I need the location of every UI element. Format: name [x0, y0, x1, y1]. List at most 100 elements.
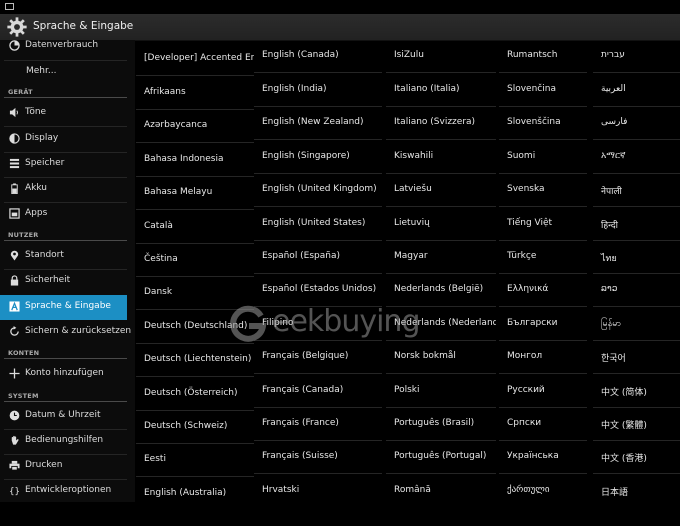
language-item[interactable]: English (Canada): [254, 40, 382, 73]
language-item[interactable]: Hrvatski: [254, 474, 382, 502]
language-item[interactable]: Română: [386, 474, 496, 502]
language-label: Български: [507, 318, 558, 328]
language-item[interactable]: ქართული: [499, 474, 587, 502]
language-item[interactable]: Español (España): [254, 240, 382, 274]
sidebar-item-print[interactable]: Drucken: [0, 454, 127, 479]
sidebar-item-location[interactable]: Standort: [0, 244, 127, 269]
language-item[interactable]: 한국어: [593, 340, 680, 374]
apps-icon: [9, 208, 20, 219]
plus-icon: [9, 368, 20, 379]
language-item[interactable]: Tiếng Việt: [499, 207, 587, 241]
language-item[interactable]: IsiZulu: [386, 40, 496, 73]
language-label: မြန်မာ: [601, 319, 622, 329]
language-item[interactable]: Deutsch (Liechtenstein): [136, 343, 254, 377]
language-item[interactable]: Монгол: [499, 340, 587, 374]
language-item[interactable]: English (New Zealand): [254, 106, 382, 140]
language-label: 한국어: [601, 354, 626, 364]
language-item[interactable]: ไทย: [593, 240, 680, 274]
language-item[interactable]: Rumantsch: [499, 40, 587, 73]
language-icon: [9, 301, 20, 312]
language-item[interactable]: Bahasa Melayu: [136, 176, 254, 210]
language-item[interactable]: Afrikaans: [136, 76, 254, 110]
sidebar-item-date-time[interactable]: Datum & Uhrzeit: [0, 404, 127, 429]
language-item[interactable]: Suomi: [499, 140, 587, 174]
language-item[interactable]: Slovenščina: [499, 106, 587, 140]
data-usage-icon: [9, 40, 20, 51]
language-label: Slovenščina: [507, 117, 561, 127]
language-item[interactable]: Français (Canada): [254, 374, 382, 408]
language-label: Kiswahili: [394, 151, 434, 161]
language-item[interactable]: Ελληνικά: [499, 273, 587, 307]
language-item[interactable]: Eesti: [136, 443, 254, 477]
sidebar-item-apps[interactable]: Apps: [0, 202, 127, 227]
language-item[interactable]: English (India): [254, 73, 382, 107]
language-item[interactable]: Bahasa Indonesia: [136, 143, 254, 177]
sidebar-item-display[interactable]: Display: [0, 127, 127, 152]
sidebar-item-label: Datenverbrauch: [25, 40, 99, 50]
language-item[interactable]: Српски: [499, 407, 587, 441]
language-item[interactable]: Kiswahili: [386, 140, 496, 174]
language-item[interactable]: မြန်မာ: [593, 307, 680, 341]
sidebar-item-storage[interactable]: Speicher: [0, 152, 127, 177]
language-label: Deutsch (Liechtenstein): [144, 354, 252, 364]
language-item[interactable]: English (Singapore): [254, 140, 382, 174]
language-item[interactable]: Lietuvių: [386, 207, 496, 241]
language-label: Hrvatski: [262, 485, 300, 495]
language-item[interactable]: Slovenčina: [499, 73, 587, 107]
sidebar-item-add-account[interactable]: Konto hinzufügen: [0, 362, 127, 387]
language-item[interactable]: Українська: [499, 440, 587, 474]
language-item[interactable]: فارسی: [593, 106, 680, 140]
section-header-system: SYSTEM: [8, 392, 39, 400]
geekbuying-g-logo: [230, 305, 267, 342]
language-label: Français (Suisse): [262, 451, 338, 461]
language-item[interactable]: עברית: [593, 40, 680, 73]
language-item[interactable]: Polski: [386, 374, 496, 408]
sidebar-item-sounds[interactable]: Töne: [0, 101, 127, 126]
sidebar-item-more[interactable]: Mehr...: [0, 60, 127, 85]
sidebar-item-security[interactable]: Sicherheit: [0, 269, 127, 294]
sidebar-item-language-input[interactable]: Sprache & Eingabe: [0, 295, 127, 320]
language-item[interactable]: Русский: [499, 374, 587, 408]
language-item[interactable]: Čeština: [136, 243, 254, 277]
language-item[interactable]: Français (Suisse): [254, 440, 382, 474]
language-label: Српски: [507, 418, 542, 428]
language-item[interactable]: العربية: [593, 73, 680, 107]
language-item[interactable]: 中文 (繁體): [593, 407, 680, 441]
language-item[interactable]: Latviešu: [386, 173, 496, 207]
sidebar-item-backup-reset[interactable]: Sichern & zurücksetzen: [0, 320, 131, 345]
language-item[interactable]: Türkçe: [499, 240, 587, 274]
language-item[interactable]: 中文 (香港): [593, 440, 680, 474]
language-item[interactable]: Português (Brasil): [386, 407, 496, 441]
language-item[interactable]: አማርኛ: [593, 140, 680, 174]
sidebar-item-developer-options[interactable]: {} Entwickleroptionen: [0, 479, 127, 504]
language-label: Español (Estados Unidos): [262, 284, 377, 294]
language-item[interactable]: Azərbaycanca: [136, 109, 254, 143]
language-item[interactable]: Svenska: [499, 173, 587, 207]
language-item[interactable]: Български: [499, 307, 587, 341]
sidebar-item-accessibility[interactable]: Bedienungshilfen: [0, 429, 127, 454]
language-item[interactable]: Català: [136, 210, 254, 244]
sidebar-item-battery[interactable]: Akku: [0, 177, 127, 202]
language-item[interactable]: नेपाली: [593, 173, 680, 207]
language-item[interactable]: Français (France): [254, 407, 382, 441]
language-item[interactable]: Italiano (Italia): [386, 73, 496, 107]
watermark-text: eekbuying: [272, 304, 420, 339]
section-divider: [4, 401, 127, 402]
language-item[interactable]: [Developer] Accented English: [136, 42, 254, 76]
gear-icon[interactable]: [6, 16, 28, 38]
language-item[interactable]: 日本語: [593, 474, 680, 502]
language-item[interactable]: Magyar: [386, 240, 496, 274]
language-item[interactable]: English (Australia): [136, 477, 254, 502]
language-item[interactable]: Deutsch (Österreich): [136, 377, 254, 411]
language-item[interactable]: ລາວ: [593, 273, 680, 307]
language-item[interactable]: English (United Kingdom): [254, 173, 382, 207]
language-item[interactable]: Português (Portugal): [386, 440, 496, 474]
sidebar-item-data-usage[interactable]: Datenverbrauch: [0, 40, 127, 59]
language-item[interactable]: Italiano (Svizzera): [386, 106, 496, 140]
language-item[interactable]: English (United States): [254, 207, 382, 241]
language-item[interactable]: हिन्दी: [593, 207, 680, 241]
language-column-4: Rumantsch Slovenčina Slovenščina Suomi Svens…: [499, 40, 587, 502]
hand-icon: [11, 435, 19, 445]
language-item[interactable]: Deutsch (Schweiz): [136, 410, 254, 444]
language-item[interactable]: 中文 (简体): [593, 374, 680, 408]
